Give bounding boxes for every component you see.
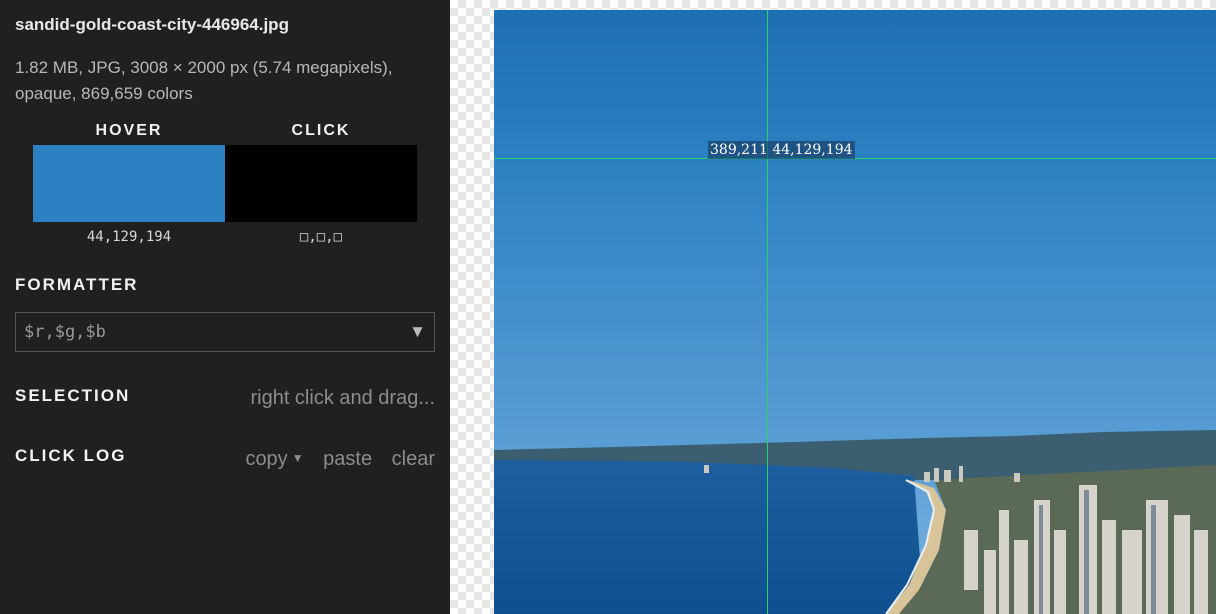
copy-button[interactable]: copy ▼ [231, 448, 303, 470]
selection-hint: right click and drag... [250, 387, 435, 409]
click-label: CLICK [291, 122, 351, 139]
image-canvas[interactable]: 389,211 44,129,194 [450, 0, 1216, 614]
chevron-down-icon: ▼ [409, 322, 426, 341]
photo[interactable] [494, 10, 1216, 614]
file-name: sandid-gold-coast-city-446964.jpg [15, 15, 289, 34]
clear-button[interactable]: clear [392, 448, 435, 470]
cursor-readout: 389,211 44,129,194 [708, 141, 855, 159]
hover-swatch [33, 145, 225, 222]
crosshair-horizontal [494, 158, 1216, 159]
paste-button[interactable]: paste [323, 448, 372, 470]
hover-value: 44,129,194 [86, 229, 172, 245]
hover-label: HOVER [95, 122, 163, 139]
crosshair-vertical [767, 10, 768, 614]
caret-down-icon[interactable]: ▼ [292, 451, 304, 465]
click-swatch[interactable] [225, 145, 417, 222]
formatter-select[interactable]: $r,$g,$b ▼ [15, 312, 435, 352]
click-value: □,□,□ [299, 229, 343, 245]
formatter-value: $r,$g,$b [24, 322, 106, 342]
click-log-actions: copy ▼ paste clear [217, 448, 435, 471]
click-log-heading: CLICK LOG [15, 446, 127, 465]
formatter-heading: FORMATTER [15, 275, 139, 294]
selection-heading: SELECTION [15, 386, 131, 405]
sidebar: sandid-gold-coast-city-446964.jpg 1.82 M… [0, 0, 450, 614]
file-info: 1.82 MB, JPG, 3008 × 2000 px (5.74 megap… [15, 58, 393, 103]
